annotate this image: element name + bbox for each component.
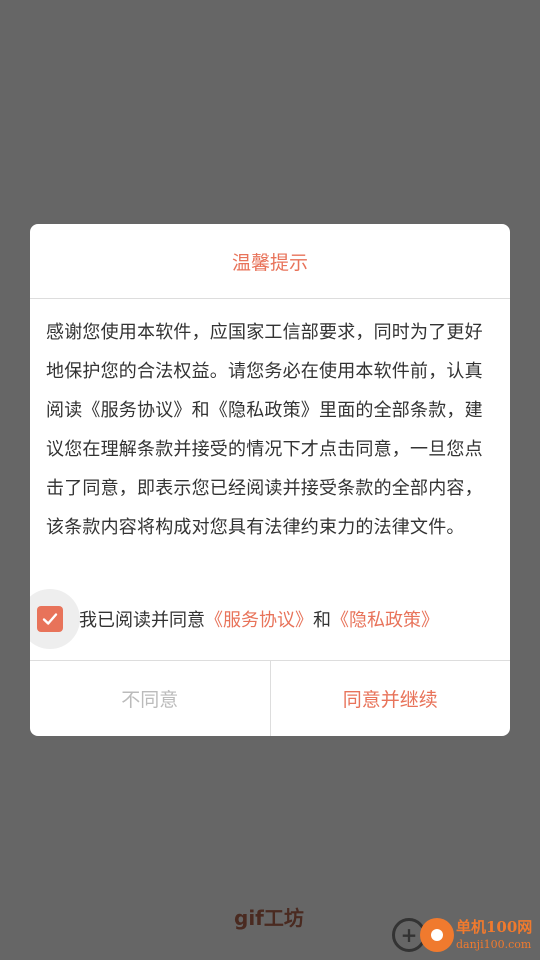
consent-checkbox[interactable] <box>30 589 80 649</box>
checkmark-icon <box>37 606 63 632</box>
privacy-policy-link[interactable]: 《隐私政策》 <box>331 610 439 631</box>
gif-watermark: gif工坊 <box>234 906 304 930</box>
dialog-buttons: 不同意 同意并继续 <box>30 660 510 736</box>
privacy-dialog: 温馨提示 感谢您使用本软件，应国家工信部要求，同时为了更好地保护您的合法权益。请… <box>30 224 510 736</box>
consent-conjunction: 和 <box>313 610 331 631</box>
consent-prefix: 我已阅读并同意 <box>79 610 205 631</box>
agree-continue-button[interactable]: 同意并继续 <box>271 661 511 736</box>
watermark-domain: danji100.com <box>456 938 532 951</box>
watermark-brand: 单机100网 <box>456 918 533 936</box>
disagree-button[interactable]: 不同意 <box>30 661 271 736</box>
orange-circle-icon <box>420 918 454 952</box>
consent-text: 我已阅读并同意《服务协议》和《隐私政策》 <box>79 606 439 632</box>
service-agreement-link[interactable]: 《服务协议》 <box>205 610 313 631</box>
dialog-body-text: 感谢您使用本软件，应国家工信部要求，同时为了更好地保护您的合法权益。请您务必在使… <box>46 322 483 538</box>
dialog-title: 温馨提示 <box>30 224 510 299</box>
consent-row: 我已阅读并同意《服务协议》和《隐私政策》 <box>30 589 510 649</box>
site-watermark-logo: + 单机100网 danji100.com <box>390 914 540 960</box>
